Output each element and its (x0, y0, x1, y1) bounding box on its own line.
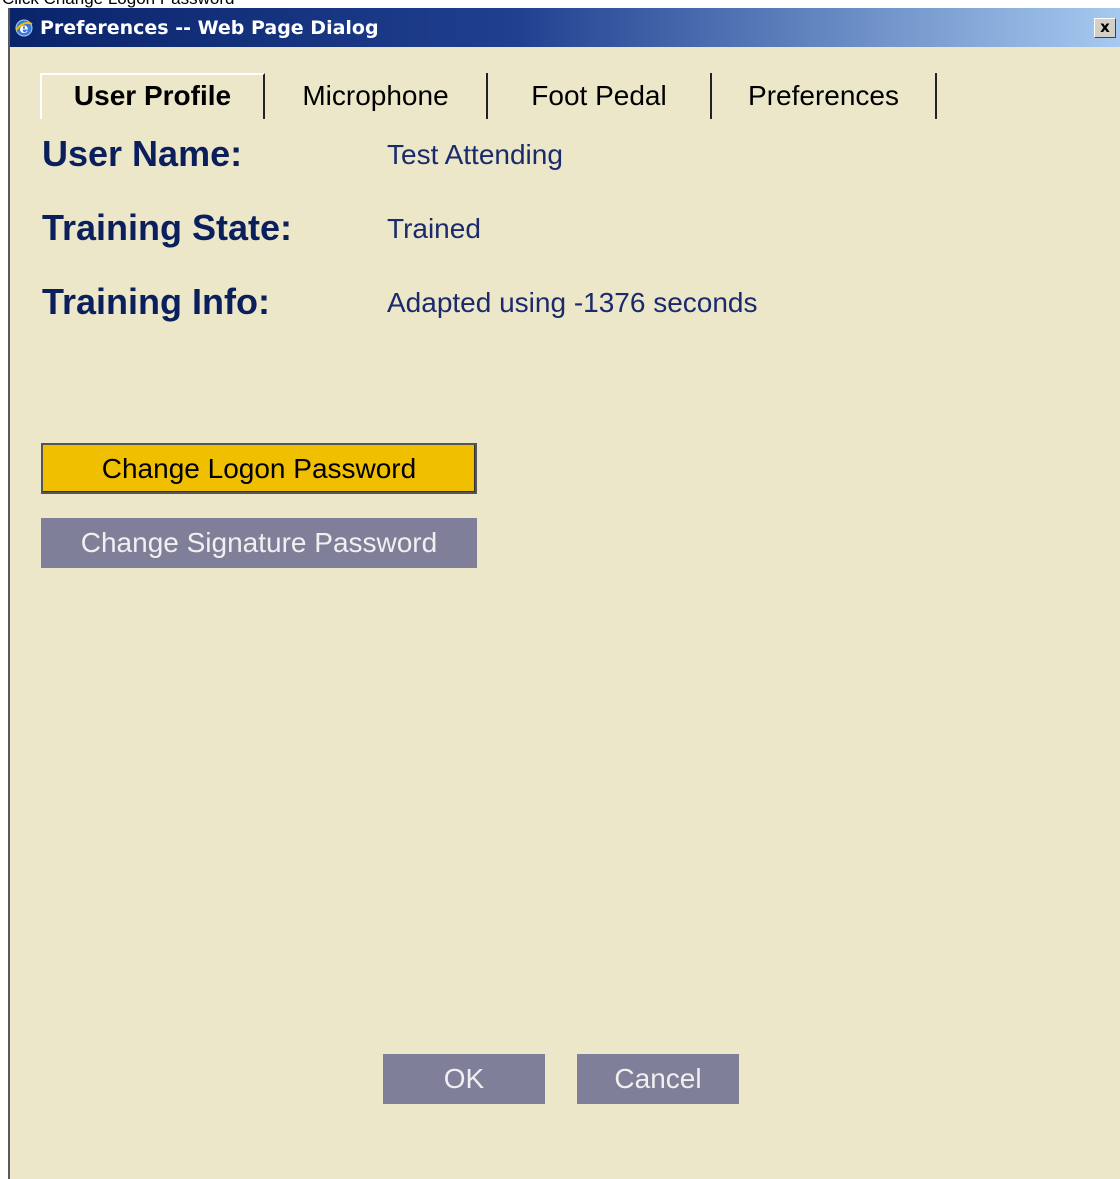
training-state-value: Trained (387, 213, 481, 244)
ok-button[interactable]: OK (383, 1054, 545, 1104)
tab-foot-pedal[interactable]: Foot Pedal (488, 73, 712, 119)
title-bar[interactable]: e Preferences -- Web Page Dialog x (10, 8, 1120, 47)
tooltip-strip: Click Change Logon Password (0, 0, 1120, 8)
dialog-content: User Profile Microphone Foot Pedal Prefe… (10, 47, 1120, 1179)
tab-user-profile[interactable]: User Profile (40, 73, 265, 119)
tab-bar: User Profile Microphone Foot Pedal Prefe… (40, 73, 937, 121)
change-signature-password-button[interactable]: Change Signature Password (41, 518, 477, 568)
user-name-value: Test Attending (387, 139, 563, 170)
ie-icon: e (15, 19, 33, 37)
tooltip-text: Click Change Logon Password (2, 0, 234, 8)
dialog-title: Preferences -- Web Page Dialog (40, 17, 379, 39)
preferences-dialog: e Preferences -- Web Page Dialog x User … (8, 8, 1120, 1179)
user-name-label: User Name: (42, 133, 243, 174)
close-button[interactable]: x (1094, 18, 1116, 38)
cancel-button[interactable]: Cancel (577, 1054, 739, 1104)
change-logon-password-button[interactable]: Change Logon Password (41, 443, 477, 494)
training-info-value: Adapted using -1376 seconds (387, 287, 758, 318)
tab-microphone[interactable]: Microphone (265, 73, 488, 119)
training-state-label: Training State: (42, 207, 293, 248)
tab-preferences[interactable]: Preferences (712, 73, 937, 119)
training-info-label: Training Info: (42, 281, 270, 322)
